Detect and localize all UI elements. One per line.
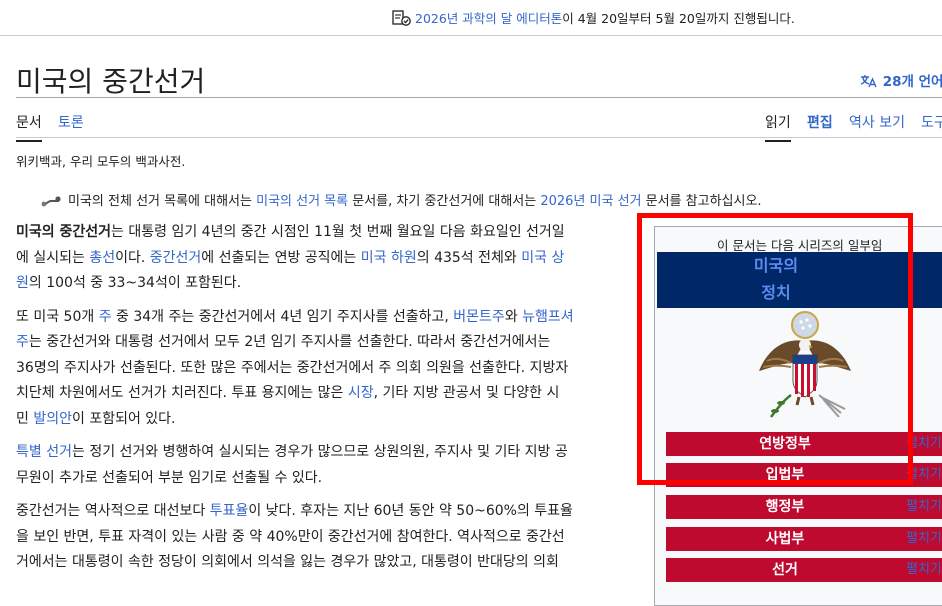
text: 치단체 차원에서도 선거가 치러진다. 투표 용지에는 많은 xyxy=(16,385,348,401)
link-initiative[interactable]: 발의안 xyxy=(33,411,72,427)
hatnote-text-2: 문서를, 차기 중간선거에 대해서는 xyxy=(348,194,541,209)
politics-series-sidebar: 이 문서는 다음 시리즈의 일부임 미국의 정치 연방정부 펼치기 입법부 펼치… xyxy=(654,226,942,606)
paragraph-2: 또 미국 50개 주 중 34개 주는 중간선거에서 4년 임기 주지사를 선출… xyxy=(16,305,646,433)
link-general-election[interactable]: 총선 xyxy=(89,250,115,266)
text: 는 중간선거와 대통령 선거에서 모두 2년 임기 주지사를 선출한다. 따라서… xyxy=(28,334,551,350)
section-label: 선거 xyxy=(772,562,798,578)
text: 이 낮다. 후자는 지난 60년 동안 약 50~60%의 투표율 xyxy=(248,503,573,519)
editathon-text: 이 4월 20일부터 5월 20일까지 진행됩니다. xyxy=(562,11,795,26)
text: , 기타 지방 관공서 및 다양한 시 xyxy=(373,385,560,401)
text: 는 대통령 임기 4년의 중간 시점인 11월 첫 번째 월요일 다음 화요일인… xyxy=(111,224,565,240)
text: 또 미국 50개 xyxy=(16,308,99,325)
text: 무원이 추가로 선출되어 부분 임기로 선출될 수 있다. xyxy=(16,469,323,486)
link-vermont[interactable]: 버몬트주 xyxy=(453,309,505,325)
text: 36명의 주지사가 선출된다. 또한 많은 주에서는 중간선거에서 주 의회 의… xyxy=(16,359,569,376)
sidebar-section-federal-government[interactable]: 연방정부 펼치기 xyxy=(666,432,942,456)
text: 을 보인 반면, 투표 자격이 있는 사람 중 약 40%만이 중간선거에 참여… xyxy=(16,528,565,545)
text: 이 포함되어 있다. xyxy=(71,410,176,427)
translate-icon xyxy=(860,74,883,90)
expand-toggle[interactable]: 펼치기 xyxy=(906,527,942,551)
page-title: 미국의 중간선거 xyxy=(16,65,206,98)
pointer-icon xyxy=(40,195,62,211)
article-subject: 미국의 중간선거 xyxy=(16,224,112,240)
link-house[interactable]: 미국 하원 xyxy=(361,250,417,266)
text: 의 100석 중 33~34석이 포함된다. xyxy=(28,275,242,291)
section-label: 사법부 xyxy=(765,531,805,547)
tab-history[interactable]: 역사 보기 xyxy=(849,112,905,140)
link-senate[interactable]: 미국 상 xyxy=(521,250,564,266)
section-label: 입법부 xyxy=(765,467,805,483)
expand-toggle[interactable]: 펼치기 xyxy=(906,495,942,519)
expand-toggle[interactable]: 펼치기 xyxy=(906,558,942,582)
link-special-election[interactable]: 특별 선거 xyxy=(16,444,72,460)
sidebar-title[interactable]: 미국의 정치 xyxy=(657,252,942,308)
sidebar-title-line-1: 미국의 xyxy=(753,256,799,275)
link-midterm[interactable]: 중간선거 xyxy=(150,250,202,266)
site-notice-message: 2026년 과학의 달 에디터톤이 4월 20일부터 5월 20일까지 진행됩니… xyxy=(392,8,795,29)
hatnote-link-2026-election[interactable]: 2026년 미국 선거 xyxy=(540,194,641,209)
link-turnout[interactable]: 투표율 xyxy=(210,503,249,519)
hatnote-link-election-list[interactable]: 미국의 선거 목록 xyxy=(256,194,348,209)
text: 중 34개 주는 중간선거에서 4년 임기 주지사를 선출하고, xyxy=(111,308,454,325)
tab-talk[interactable]: 토론 xyxy=(58,112,84,140)
sidebar-section-executive[interactable]: 행정부 펼치기 xyxy=(666,495,942,519)
link-mayor[interactable]: 시장 xyxy=(348,385,374,401)
link-new-hampshire[interactable]: 뉴햄프셔 xyxy=(522,309,574,325)
text: 는 정기 선거와 병행하여 실시되는 경우가 많으므로 상원의원, 주지사 및 … xyxy=(71,444,568,460)
tabs-divider xyxy=(16,137,942,138)
hatnote-text-3: 문서를 참고하십시오. xyxy=(641,194,762,209)
text: 와 xyxy=(504,308,523,325)
great-seal-image[interactable] xyxy=(753,311,863,427)
site-tagline: 위키백과, 우리 모두의 백과사전. xyxy=(16,154,186,169)
paragraph-3: 특별 선거는 정기 선거와 병행하여 실시되는 경우가 많으므로 상원의원, 주… xyxy=(16,440,646,491)
text: 의 435석 전체와 xyxy=(416,249,522,266)
language-count: 28개 언어 xyxy=(882,74,942,90)
link-new-hampshire-cont[interactable]: 주 xyxy=(16,334,29,350)
hatnote-text-1: 미국의 전체 선거 목록에 대해서는 xyxy=(68,194,257,209)
site-notice-banner: 2026년 과학의 달 에디터톤이 4월 20일부터 5월 20일까지 진행됩니… xyxy=(0,0,942,36)
title-divider xyxy=(16,97,942,98)
text: 이다. xyxy=(115,249,150,266)
text: 에 선출되는 연방 공직에는 xyxy=(201,249,361,266)
section-label: 연방정부 xyxy=(759,436,811,452)
link-state[interactable]: 주 xyxy=(99,309,112,325)
editathon-link[interactable]: 2026년 과학의 달 에디터톤 xyxy=(415,11,562,26)
link-senate-cont[interactable]: 원 xyxy=(16,275,29,291)
tab-tools[interactable]: 도구 xyxy=(921,112,942,140)
edit-notice-icon xyxy=(392,10,412,29)
article-body: 미국의 중간선거는 대통령 임기 4년의 중간 시점인 11월 첫 번째 월요일… xyxy=(16,220,646,590)
tab-edit[interactable]: 편집 xyxy=(807,112,833,140)
paragraph-1: 미국의 중간선거는 대통령 임기 4년의 중간 시점인 11월 첫 번째 월요일… xyxy=(16,220,646,297)
text: 거에서는 대통령이 속한 정당이 의회에서 의석을 잃는 경우가 많았고, 대통… xyxy=(16,554,559,570)
expand-toggle[interactable]: 펼치기 xyxy=(906,432,942,456)
sidebar-section-elections[interactable]: 선거 펼치기 xyxy=(666,558,942,582)
section-label: 행정부 xyxy=(765,499,805,515)
language-button[interactable]: 28개 언어 xyxy=(860,70,942,90)
sidebar-section-legislature[interactable]: 입법부 펼치기 xyxy=(666,463,942,487)
sidebar-section-judiciary[interactable]: 사법부 펼치기 xyxy=(666,527,942,551)
paragraph-4: 중간선거는 역사적으로 대선보다 투표율이 낮다. 후자는 지난 60년 동안 … xyxy=(16,499,646,576)
text: 에 실시되는 xyxy=(16,249,90,266)
expand-toggle[interactable]: 펼치기 xyxy=(906,463,942,487)
sidebar-title-line-2: 정치 xyxy=(761,283,791,302)
hatnote: 미국의 전체 선거 목록에 대해서는 미국의 선거 목록 문서를, 차기 중간선… xyxy=(40,190,762,211)
text: 민 xyxy=(16,410,34,427)
text: 중간선거는 역사적으로 대선보다 xyxy=(16,503,210,519)
